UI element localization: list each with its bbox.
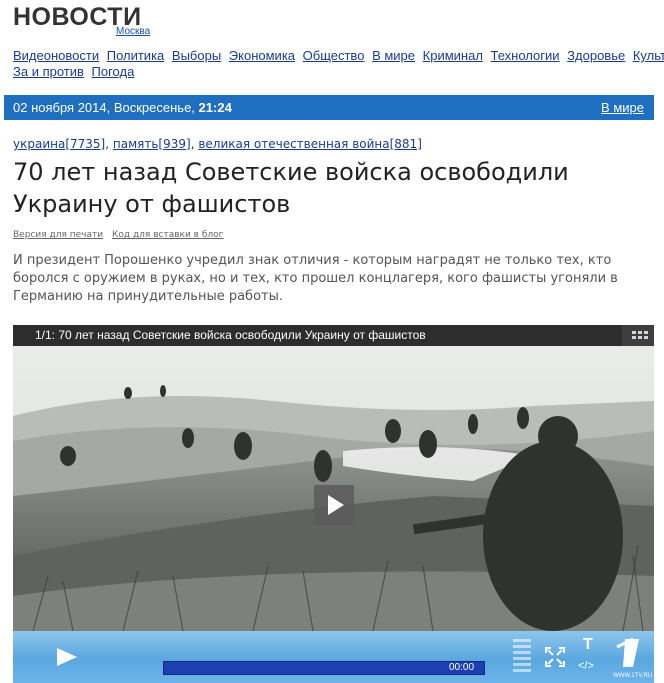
date-bar: 02 ноября 2014, Воскресенье, 21:24 В мир… <box>4 95 654 120</box>
city-link[interactable]: Москва <box>116 26 150 37</box>
nav-tech[interactable]: Технологии <box>491 48 560 63</box>
channel-logo-mark <box>616 637 639 667</box>
play-icon[interactable] <box>314 485 354 525</box>
main-nav: Видеоновости Политика Выборы Экономика О… <box>13 48 664 80</box>
nav-politics[interactable]: Политика <box>107 48 165 63</box>
nav-health[interactable]: Здоровье <box>567 48 625 63</box>
nav-economy[interactable]: Экономика <box>229 48 295 63</box>
nav-society[interactable]: Общество <box>303 48 365 63</box>
nav-row-1: Видеоновости Политика Выборы Экономика О… <box>13 48 664 64</box>
video-title: 1/1: 70 лет назад Советские войска освоб… <box>35 328 426 342</box>
article-tools: Версия для печати Код для вставки в блог <box>13 230 229 240</box>
nav-world[interactable]: В мире <box>372 48 415 63</box>
embed-code-link[interactable]: Код для вставки в блог <box>112 230 223 240</box>
tag-ukraine[interactable]: украина[7735] <box>13 137 105 151</box>
embed-button[interactable]: </> <box>578 660 594 672</box>
progress-bar[interactable] <box>163 661 485 675</box>
nav-pro-contra[interactable]: За и против <box>13 64 84 79</box>
tag-list: украина[7735], память[939], великая отеч… <box>13 137 422 151</box>
player-controls: 00:00 T </> WWW.1TV.RU <box>13 631 654 683</box>
date-text: 02 ноября 2014, Воскресенье, 21:24 <box>13 100 232 115</box>
text-button[interactable]: T <box>583 636 593 654</box>
grid-icon[interactable] <box>622 325 654 346</box>
article-lead: И президент Порошенко учредил знак отлич… <box>13 253 618 304</box>
video-title-bar: 1/1: 70 лет назад Советские войска освоб… <box>13 325 654 346</box>
nav-row-2: За и против Погода <box>13 64 664 80</box>
nav-elections[interactable]: Выборы <box>172 48 221 63</box>
volume-icon[interactable] <box>513 639 531 677</box>
nav-weather[interactable]: Погода <box>92 64 135 79</box>
tag-great-patriotic-war[interactable]: великая отечественная война[881] <box>198 137 422 151</box>
print-version-link[interactable]: Версия для печати <box>13 230 103 240</box>
channel-one-logo: WWW.1TV.RU <box>611 635 653 679</box>
play-button[interactable] <box>47 641 87 673</box>
tag-memory[interactable]: память[939] <box>113 137 191 151</box>
article-title: 70 лет назад Советские войска освободили… <box>13 158 569 218</box>
nav-videonews[interactable]: Видеоновости <box>13 48 99 63</box>
video-player[interactable]: 1/1: 70 лет назад Советские войска освоб… <box>13 325 654 683</box>
time-value: 21:24 <box>198 100 232 115</box>
channel-site: WWW.1TV.RU <box>613 673 653 679</box>
section-link[interactable]: В мире <box>601 100 644 115</box>
nav-crime[interactable]: Криминал <box>423 48 483 63</box>
nav-culture[interactable]: Культура <box>633 48 664 63</box>
date-value: 02 ноября 2014, Воскресенье, <box>13 100 195 115</box>
tag-separator: , <box>105 137 113 151</box>
fullscreen-icon[interactable] <box>545 647 565 667</box>
time-display: 00:00 <box>449 662 475 673</box>
